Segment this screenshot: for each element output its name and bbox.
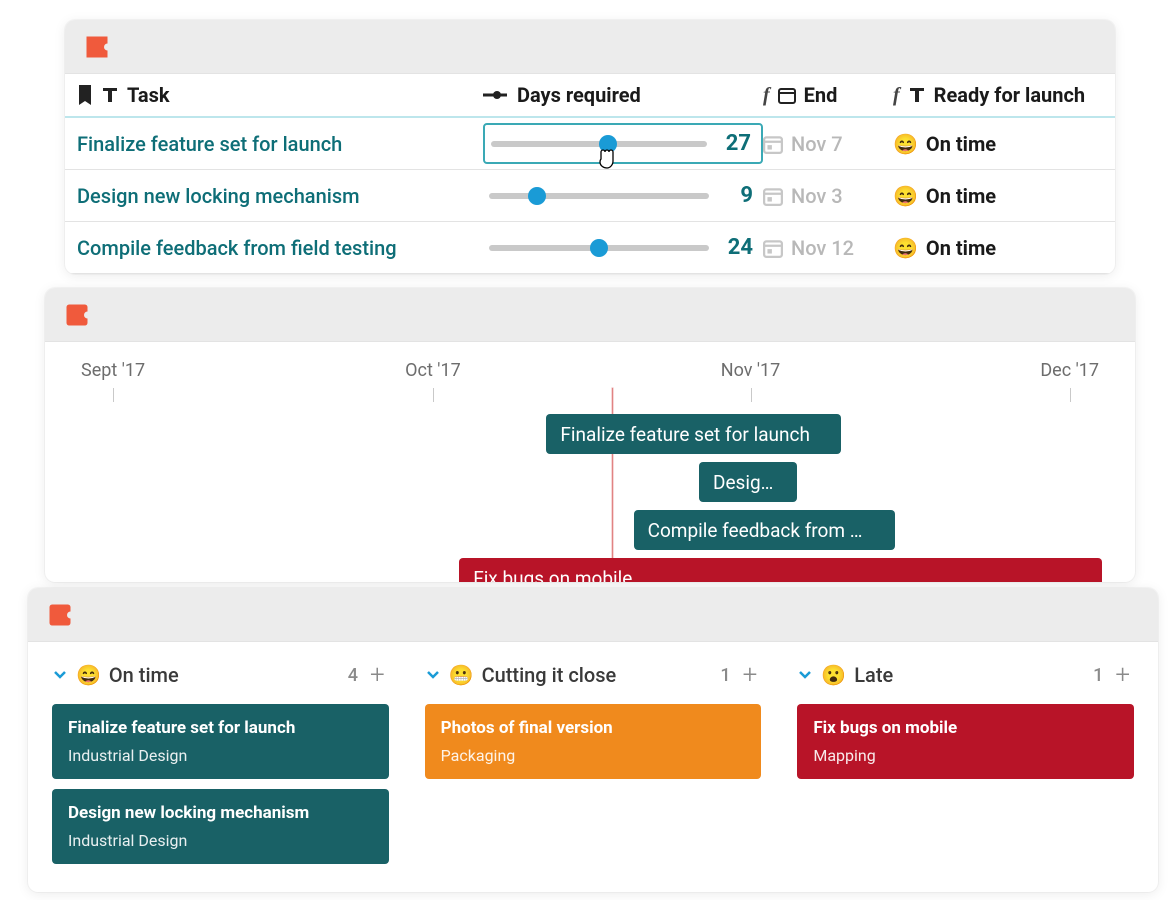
calendar-icon xyxy=(763,186,783,206)
status-emoji-icon: 😄 xyxy=(893,238,918,258)
formula-icon: f xyxy=(893,84,900,107)
days-value: 9 xyxy=(723,183,753,208)
kanban-card[interactable]: Fix bugs on mobile Mapping xyxy=(797,704,1134,779)
calendar-icon xyxy=(763,238,783,258)
panel-header xyxy=(45,288,1135,342)
ready-status-cell: On time xyxy=(926,236,996,260)
slider-icon xyxy=(483,89,507,101)
kanban-column-count: 1 xyxy=(1093,665,1103,686)
kanban-column: 😬 Cutting it close 1 + Photos of final v… xyxy=(425,660,762,874)
timeline-bar[interactable]: Finalize feature set for launch xyxy=(546,414,840,454)
card-subtitle: Mapping xyxy=(813,746,1118,765)
card-subtitle: Industrial Design xyxy=(68,831,373,850)
coda-logo-icon xyxy=(46,601,74,629)
kanban-column: 😮 Late 1 + Fix bugs on mobile Mapping xyxy=(797,660,1134,874)
timeline-bar[interactable]: Compile feedback from … xyxy=(634,510,896,550)
chevron-down-icon[interactable] xyxy=(425,663,441,687)
formula-icon: f xyxy=(763,84,770,107)
panel-header xyxy=(28,588,1158,642)
kanban-column-header[interactable]: 😮 Late 1 + xyxy=(797,660,1134,690)
kanban-card[interactable]: Finalize feature set for launch Industri… xyxy=(52,704,389,779)
card-title: Finalize feature set for launch xyxy=(68,718,373,738)
task-name-cell[interactable]: Design new locking mechanism xyxy=(65,184,483,208)
month-label: Oct '17 xyxy=(405,360,461,381)
add-card-button[interactable]: + xyxy=(1111,660,1134,690)
add-card-button[interactable]: + xyxy=(366,660,389,690)
card-subtitle: Packaging xyxy=(441,746,746,765)
status-emoji-icon: 😮 xyxy=(821,665,846,685)
ready-status-cell: On time xyxy=(926,132,996,156)
column-header-end[interactable]: End xyxy=(804,83,838,107)
column-header-ready[interactable]: Ready for launch xyxy=(934,83,1085,107)
column-header-task[interactable]: Task xyxy=(127,83,170,107)
status-emoji-icon: 😄 xyxy=(76,665,101,685)
days-slider[interactable]: 24 xyxy=(483,229,763,266)
coda-logo-icon xyxy=(83,33,111,61)
panel-header xyxy=(65,20,1115,74)
ready-status-cell: On time xyxy=(926,184,996,208)
days-slider[interactable]: 9 xyxy=(483,177,763,214)
timeline-bar[interactable]: Desig… xyxy=(699,462,797,502)
timeline-view-panel: Sept '17 Oct '17 Nov '17 Dec '17 Finalize f… xyxy=(45,288,1135,582)
kanban-column-header[interactable]: 😄 On time 4 + xyxy=(52,660,389,690)
days-value: 27 xyxy=(721,131,751,156)
timeline-bar[interactable]: Fix bugs on mobile xyxy=(459,558,1102,582)
bookmark-icon xyxy=(77,85,93,105)
timeline-body[interactable]: Sept '17 Oct '17 Nov '17 Dec '17 Finalize f… xyxy=(45,342,1135,582)
table-header-row: Task Days required f End f Ready for lau… xyxy=(65,74,1115,118)
card-title: Fix bugs on mobile xyxy=(813,718,1118,738)
end-date-cell: Nov 12 xyxy=(791,236,854,260)
chevron-down-icon[interactable] xyxy=(797,663,813,687)
kanban-column-title: On time xyxy=(109,663,179,687)
coda-logo-icon xyxy=(63,301,91,329)
calendar-icon xyxy=(778,86,796,104)
kanban-column-count: 1 xyxy=(720,665,730,686)
table-row[interactable]: Compile feedback from field testing 24 N… xyxy=(65,222,1115,274)
end-date-cell: Nov 7 xyxy=(791,132,843,156)
text-type-icon xyxy=(908,86,926,104)
add-card-button[interactable]: + xyxy=(739,660,762,690)
table-view-panel: Task Days required f End f Ready for lau… xyxy=(65,20,1115,274)
card-title: Photos of final version xyxy=(441,718,746,738)
kanban-column-title: Late xyxy=(854,663,893,687)
kanban-column: 😄 On time 4 + Finalize feature set for l… xyxy=(52,660,389,874)
card-subtitle: Industrial Design xyxy=(68,746,373,765)
task-name-cell[interactable]: Finalize feature set for launch xyxy=(65,132,483,156)
month-label: Dec '17 xyxy=(1040,360,1099,381)
month-label: Sept '17 xyxy=(81,360,145,381)
end-date-cell: Nov 3 xyxy=(791,184,843,208)
card-title: Design new locking mechanism xyxy=(68,803,373,823)
kanban-card[interactable]: Photos of final version Packaging xyxy=(425,704,762,779)
days-slider[interactable]: 27 xyxy=(483,123,763,164)
status-emoji-icon: 😄 xyxy=(893,186,918,206)
month-label: Nov '17 xyxy=(721,360,781,381)
kanban-view-panel: 😄 On time 4 + Finalize feature set for l… xyxy=(28,588,1158,892)
task-name-cell[interactable]: Compile feedback from field testing xyxy=(65,236,483,260)
calendar-icon xyxy=(763,134,783,154)
kanban-column-header[interactable]: 😬 Cutting it close 1 + xyxy=(425,660,762,690)
status-emoji-icon: 😬 xyxy=(449,665,474,685)
table-row[interactable]: Finalize feature set for launch 27 Nov 7… xyxy=(65,118,1115,170)
kanban-column-count: 4 xyxy=(348,665,358,686)
column-header-days[interactable]: Days required xyxy=(517,83,641,107)
status-emoji-icon: 😄 xyxy=(893,134,918,154)
kanban-column-title: Cutting it close xyxy=(482,663,617,687)
text-type-icon xyxy=(101,86,119,104)
days-value: 24 xyxy=(723,235,753,260)
kanban-card[interactable]: Design new locking mechanism Industrial … xyxy=(52,789,389,864)
table-row[interactable]: Design new locking mechanism 9 Nov 3 😄 O… xyxy=(65,170,1115,222)
chevron-down-icon[interactable] xyxy=(52,663,68,687)
